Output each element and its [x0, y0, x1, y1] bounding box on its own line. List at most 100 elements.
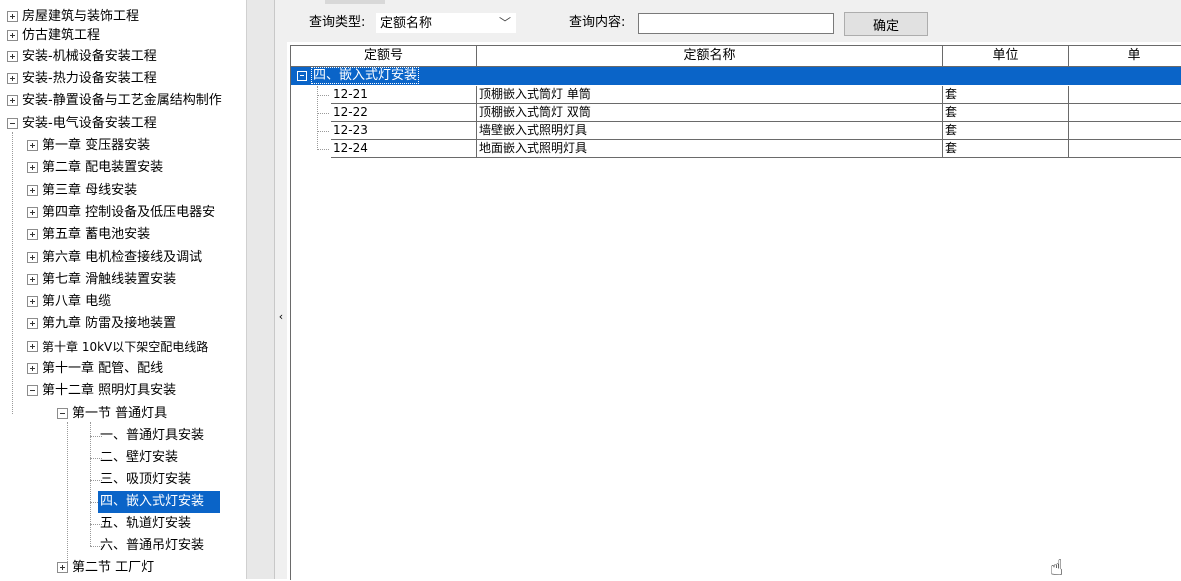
expand-toggle-icon[interactable]: [27, 317, 38, 329]
table-row[interactable]: 12-21 顶棚嵌入式筒灯 单筒 套: [291, 86, 1181, 104]
expand-toggle-icon[interactable]: [27, 340, 38, 352]
tree-node-label: 安装-静置设备与工艺金属结构制作: [22, 93, 222, 108]
tree-node-label: 六、普通吊灯安装: [100, 538, 205, 553]
tree-node[interactable]: 第三章 母线安装: [27, 180, 140, 202]
table-row[interactable]: 12-23 墙壁嵌入式照明灯具 套: [291, 122, 1181, 140]
tree-node-label: 二、壁灯安装: [100, 450, 179, 465]
collapse-toggle-icon[interactable]: [7, 117, 18, 129]
tree-node-label: 第八章 电缆: [42, 294, 112, 309]
tree-node[interactable]: 第八章 电缆: [27, 291, 114, 313]
quota-grid[interactable]: 定额号 定额名称 单位 单 四、嵌入式灯安装 12-21 顶棚嵌入式筒灯 单筒 …: [290, 45, 1181, 580]
tree-node[interactable]: 二、壁灯安装: [100, 447, 181, 469]
tree-connector: [317, 95, 329, 96]
column-header-unit[interactable]: 单位: [943, 46, 1069, 66]
query-content-label: 查询内容:: [569, 15, 626, 30]
cell-unit: 套: [943, 86, 1069, 104]
column-header-price[interactable]: 单: [1069, 46, 1181, 66]
table-row[interactable]: 12-22 顶棚嵌入式筒灯 双筒 套: [291, 104, 1181, 122]
tree-node[interactable]: 仿古建筑工程: [7, 25, 103, 47]
collapse-toggle-icon[interactable]: [27, 384, 38, 396]
expand-toggle-icon[interactable]: [27, 228, 38, 240]
expand-toggle-icon[interactable]: [7, 50, 18, 62]
tree-node-label: 三、吸顶灯安装: [100, 472, 192, 487]
tree-node[interactable]: 安装-电气设备安装工程: [7, 113, 160, 135]
tree-node[interactable]: 安装-机械设备安装工程: [7, 46, 160, 68]
column-header-code[interactable]: 定额号: [291, 46, 477, 66]
expand-toggle-icon[interactable]: [27, 273, 38, 285]
expand-toggle-icon[interactable]: [27, 206, 38, 218]
chevron-left-icon[interactable]: ‹: [275, 310, 287, 324]
table-row[interactable]: 12-24 地面嵌入式照明灯具 套: [291, 140, 1181, 158]
tree-node-selected[interactable]: 四、嵌入式灯安装: [98, 491, 220, 513]
tree-node[interactable]: 第十章 10kV以下架空配电线路: [27, 336, 211, 358]
cell-price: [1069, 86, 1181, 104]
tree-node[interactable]: 五、轨道灯安装: [100, 513, 194, 535]
cell-price: [1069, 122, 1181, 140]
tree-node[interactable]: 安装-静置设备与工艺金属结构制作: [7, 90, 225, 112]
tree-node[interactable]: 第四章 控制设备及低压电器安: [27, 202, 218, 224]
cell-code: 12-21: [331, 86, 477, 104]
tree-node[interactable]: 第九章 防雷及接地装置: [27, 313, 179, 335]
tree-node[interactable]: 第一章 变压器安装: [27, 135, 153, 157]
query-content-input[interactable]: [638, 13, 834, 34]
tree-connector: [317, 131, 329, 132]
expand-toggle-icon[interactable]: [7, 72, 18, 84]
tree-node[interactable]: 一、普通灯具安装: [100, 425, 207, 447]
tree-node-label: 第七章 滑触线装置安装: [42, 272, 177, 287]
collapse-toggle-icon[interactable]: [297, 71, 307, 81]
expand-toggle-icon[interactable]: [27, 362, 38, 374]
cell-unit: 套: [943, 104, 1069, 122]
cell-unit: 套: [943, 122, 1069, 140]
query-type-select[interactable]: 定额名称 ﹀: [376, 13, 516, 33]
expand-toggle-icon[interactable]: [7, 94, 18, 106]
tree-node-label: 第一节 普通灯具: [72, 406, 168, 421]
tree-node[interactable]: 六、普通吊灯安装: [100, 535, 207, 557]
tree-node[interactable]: 第七章 滑触线装置安装: [27, 269, 179, 291]
tree-connector: [67, 422, 68, 570]
tree-node[interactable]: 第二章 配电装置安装: [27, 157, 166, 179]
tree-node-label: 第十章 10kV以下架空配电线路: [42, 340, 209, 354]
panel-splitter[interactable]: ‹: [274, 0, 288, 579]
expand-toggle-icon[interactable]: [27, 251, 38, 263]
tree-node-label: 第十二章 照明灯具安装: [42, 383, 177, 398]
expand-toggle-icon[interactable]: [27, 139, 38, 151]
tree-node[interactable]: 第五章 蓄电池安装: [27, 224, 153, 246]
chevron-down-icon[interactable]: ﹀: [499, 13, 511, 33]
expand-toggle-icon[interactable]: [27, 161, 38, 173]
tree-node-label: 安装-电气设备安装工程: [22, 116, 157, 131]
cell-name: 地面嵌入式照明灯具: [477, 140, 943, 158]
cell-name: 墙壁嵌入式照明灯具: [477, 122, 943, 140]
cell-price: [1069, 140, 1181, 158]
tree-node[interactable]: 第二节 工厂灯: [57, 557, 157, 579]
tree-node-label: 房屋建筑与装饰工程: [22, 9, 140, 24]
confirm-button[interactable]: 确定: [844, 12, 928, 36]
group-row[interactable]: 四、嵌入式灯安装: [291, 67, 1181, 85]
expand-toggle-icon[interactable]: [7, 10, 18, 22]
tree-node-label: 安装-热力设备安装工程: [22, 71, 157, 86]
quota-panel: 查询类型: 定额名称 ﹀ 查询内容: 确定 定额号 定额名称 单位 单 四、嵌入…: [287, 0, 1181, 580]
tree-connector: [317, 113, 329, 114]
expand-toggle-icon[interactable]: [27, 184, 38, 196]
column-header-name[interactable]: 定额名称: [477, 46, 943, 66]
tree-node-label: 第三章 母线安装: [42, 183, 138, 198]
tree-node-label: 五、轨道灯安装: [100, 516, 192, 531]
collapse-toggle-icon[interactable]: [57, 407, 68, 419]
tree-node-label: 第六章 电机检查接线及调试: [42, 250, 203, 265]
tree-node-label: 第四章 控制设备及低压电器安: [42, 205, 216, 220]
scroll-up-icon[interactable]: ⌃: [250, 0, 270, 9]
expand-toggle-icon[interactable]: [27, 295, 38, 307]
tab-fragment: [325, 0, 385, 4]
tree-node[interactable]: 第一节 普通灯具: [57, 403, 170, 425]
tree-node[interactable]: 安装-热力设备安装工程: [7, 68, 160, 90]
expand-toggle-icon[interactable]: [57, 561, 68, 573]
tree-node[interactable]: 第十一章 配管、配线: [27, 358, 166, 380]
tree-node[interactable]: 第十二章 照明灯具安装: [27, 380, 179, 402]
query-type-value: 定额名称: [380, 16, 433, 31]
expand-toggle-icon[interactable]: [7, 29, 18, 41]
tree-scrollbar[interactable]: [246, 0, 275, 579]
tree-node[interactable]: 三、吸顶灯安装: [100, 469, 194, 491]
cell-unit: 套: [943, 140, 1069, 158]
tree-node[interactable]: 第六章 电机检查接线及调试: [27, 247, 205, 269]
category-tree[interactable]: 房屋建筑与装饰工程 仿古建筑工程 安装-机械设备安装工程 安装-热力设备安装工程…: [0, 0, 246, 579]
tree-connector: [90, 422, 91, 546]
